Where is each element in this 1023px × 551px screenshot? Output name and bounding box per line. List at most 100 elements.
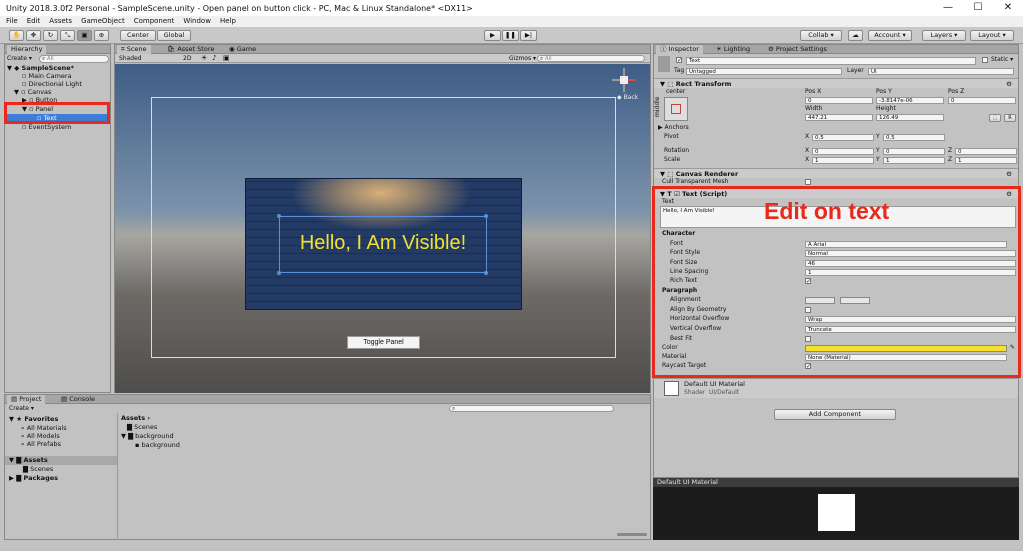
hierarchy-create-button[interactable]: Create ▾ <box>7 55 35 63</box>
menu-window[interactable]: Window <box>183 16 211 27</box>
window-title: Unity 2018.3.0f2 Personal - SampleScene.… <box>6 3 473 13</box>
rotation-z-field[interactable]: 0 <box>955 148 1017 155</box>
scale-y-field[interactable]: 1 <box>883 157 945 164</box>
blueprint-mode-icon[interactable]: ⬚ <box>989 114 1001 122</box>
tab-scene[interactable]: ⌗ Scene <box>117 45 151 54</box>
pos-x-field[interactable]: 0 <box>805 97 873 104</box>
scale-z-letter: Z <box>948 156 953 163</box>
asset-item-scenes-folder[interactable]: ▇ Scenes <box>127 423 247 432</box>
pivot-global-button[interactable]: Global <box>157 30 191 41</box>
rotation-x-field[interactable]: 0 <box>812 148 874 155</box>
assets-folder[interactable]: ▼ ▇ Assets <box>5 456 117 465</box>
asset-item-background-sprite[interactable]: ▪ background <box>135 441 255 450</box>
lighting-toggle-icon[interactable]: ☀ <box>201 54 207 63</box>
canvas-renderer-header[interactable]: ▼ ⬚ Canvas Renderer ⚙ <box>654 168 1018 178</box>
rect-transform-header[interactable]: ▼ ⬚ Rect Transform ⚙ <box>654 78 1018 88</box>
assets-breadcrumb[interactable]: Assets › <box>121 414 150 422</box>
packages-folder[interactable]: ▶ ▇ Packages <box>5 474 117 483</box>
rotate-tool-icon[interactable]: ↻ <box>43 30 58 41</box>
favorites-folder[interactable]: ▼ ★ Favorites <box>5 415 117 424</box>
pause-icon[interactable]: ❚❚ <box>502 30 519 41</box>
cull-mesh-checkbox[interactable] <box>805 179 811 185</box>
menu-assets[interactable]: Assets <box>49 16 72 27</box>
raw-edit-button[interactable]: R <box>1004 114 1016 122</box>
move-tool-icon[interactable]: ✥ <box>26 30 41 41</box>
anchors-foldout[interactable]: ▶ Anchors <box>658 124 689 132</box>
hand-tool-icon[interactable]: ✋ <box>9 30 24 41</box>
tab-lighting[interactable]: ☀ Lighting <box>712 45 754 54</box>
cube-icon: ▫ <box>22 72 27 80</box>
favorite-all-prefabs[interactable]: ⌕ All Prefabs <box>5 440 117 449</box>
scale-x-field[interactable]: 1 <box>812 157 874 164</box>
transform-tool-icon[interactable]: ⊕ <box>94 30 109 41</box>
component-settings-icon[interactable]: ⚙ <box>1006 169 1012 179</box>
tag-dropdown[interactable]: Untagged <box>686 68 842 75</box>
toggle-panel-button[interactable]: Toggle Panel <box>347 336 420 349</box>
tab-inspector[interactable]: ⓘ Inspector <box>656 45 703 54</box>
project-create-button[interactable]: Create ▾ <box>9 405 34 412</box>
layer-dropdown[interactable]: UI <box>868 68 1014 75</box>
minimize-button[interactable]: — <box>933 0 963 16</box>
menu-help[interactable]: Help <box>220 16 236 27</box>
pivot-y-field[interactable]: 0.5 <box>883 134 945 141</box>
rect-handle[interactable] <box>277 214 281 218</box>
layout-dropdown[interactable]: Layout ▾ <box>970 30 1014 41</box>
2d-toggle[interactable]: 2D <box>183 54 197 63</box>
component-settings-icon[interactable]: ⚙ <box>1006 79 1012 89</box>
scene-search-input[interactable]: ⌕ All <box>537 55 645 62</box>
active-checkbox[interactable]: ✓ <box>676 57 682 64</box>
assets-scenes-folder[interactable]: ▇ Scenes <box>5 465 117 474</box>
object-name-input[interactable]: Text <box>686 57 976 65</box>
tab-asset-store[interactable]: 🛍 Asset Store <box>163 45 218 54</box>
anchor-presets-button[interactable] <box>664 97 688 121</box>
shading-dropdown[interactable]: Shaded <box>119 54 177 63</box>
menu-edit[interactable]: Edit <box>27 16 41 27</box>
rect-handle[interactable] <box>277 271 281 275</box>
tab-console[interactable]: ▤ Console <box>57 395 99 404</box>
icon-size-slider[interactable] <box>617 533 647 536</box>
effects-toggle-icon[interactable]: ▣ <box>223 54 230 63</box>
maximize-button[interactable]: ☐ <box>963 0 993 16</box>
menu-gameobject[interactable]: GameObject <box>81 16 125 27</box>
rect-handle[interactable] <box>484 214 488 218</box>
hierarchy-item-eventsystem[interactable]: ▫ EventSystem <box>5 123 110 132</box>
width-field[interactable]: 447.21 <box>805 114 873 121</box>
orientation-gizmo[interactable] <box>612 68 636 92</box>
pos-y-field[interactable]: -3.8147e-06 <box>876 97 944 104</box>
pivot-x-field[interactable]: 0.5 <box>812 134 874 141</box>
rotation-x-letter: X <box>805 147 810 154</box>
menu-file[interactable]: File <box>6 16 18 27</box>
close-button[interactable]: ✕ <box>993 0 1023 16</box>
pivot-y-letter: Y <box>876 133 880 140</box>
audio-toggle-icon[interactable]: ♪ <box>212 54 216 63</box>
scale-z-field[interactable]: 1 <box>955 157 1017 164</box>
add-component-button[interactable]: Add Component <box>774 409 896 420</box>
tab-hierarchy[interactable]: Hierarchy <box>7 45 47 54</box>
rotation-y-field[interactable]: 0 <box>883 148 945 155</box>
account-dropdown[interactable]: Account ▾ <box>868 30 912 41</box>
scene-viewport[interactable]: Hello, I Am Visible! Toggle Panel ◆ Back <box>115 64 650 393</box>
play-icon[interactable]: ▶ <box>484 30 501 41</box>
rect-tool-icon[interactable]: ▣ <box>77 30 92 41</box>
menu-component[interactable]: Component <box>134 16 175 27</box>
step-icon[interactable]: ▶| <box>520 30 537 41</box>
asset-item-background[interactable]: ▼ ▇ background <box>121 432 241 441</box>
gizmos-dropdown[interactable]: Gizmos ▾ <box>509 54 536 63</box>
static-checkbox[interactable] <box>982 57 988 63</box>
scale-tool-icon[interactable]: ⤡ <box>60 30 75 41</box>
tab-project-settings[interactable]: ⚙ Project Settings <box>764 45 831 54</box>
hierarchy-search-input[interactable]: ⌕ All <box>39 55 109 63</box>
shader-dropdown[interactable]: UI/Default <box>709 389 739 396</box>
project-search-input[interactable]: ⌕ <box>449 405 614 412</box>
collab-button[interactable]: Collab ▾ <box>800 30 842 41</box>
height-field[interactable]: 126.49 <box>876 114 944 121</box>
tab-game[interactable]: ◉ Game <box>225 45 260 54</box>
layers-dropdown[interactable]: Layers ▾ <box>922 30 966 41</box>
cloud-icon[interactable]: ☁ <box>848 30 863 41</box>
pos-z-field[interactable]: 0 <box>948 97 1016 104</box>
pivot-center-button[interactable]: Center <box>120 30 156 41</box>
material-section[interactable]: Default UI Material Shader UI/Default <box>654 378 1018 398</box>
tab-project[interactable]: ▤ Project <box>7 395 46 404</box>
static-dropdown[interactable]: Static ▾ <box>991 56 1013 64</box>
rect-handle[interactable] <box>484 271 488 275</box>
